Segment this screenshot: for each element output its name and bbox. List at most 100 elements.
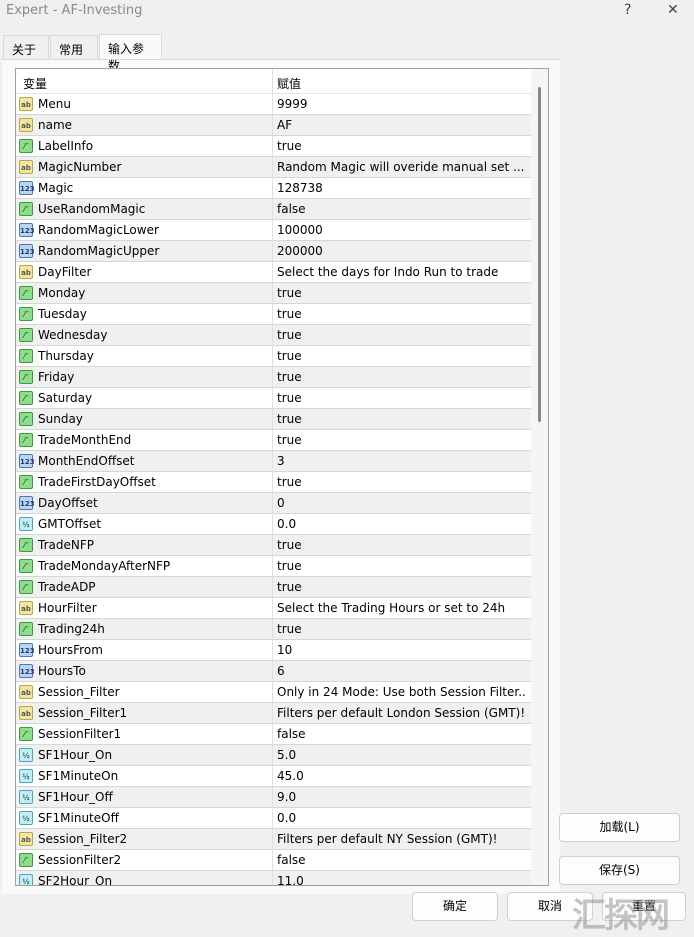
- table-row[interactable]: ⁄‾ SessionFilter1 false: [16, 724, 532, 745]
- parameter-value[interactable]: 45.0: [277, 769, 304, 783]
- table-row[interactable]: 123 Magic 128738: [16, 178, 532, 199]
- parameter-value[interactable]: true: [277, 580, 302, 594]
- parameter-value[interactable]: true: [277, 538, 302, 552]
- table-row[interactable]: ⁄‾ Wednesday true: [16, 325, 532, 346]
- table-row[interactable]: ½ SF1MinuteOff 0.0: [16, 808, 532, 829]
- table-row[interactable]: ⁄‾ Monday true: [16, 283, 532, 304]
- table-row[interactable]: ⁄‾ SessionFilter2 false: [16, 850, 532, 871]
- parameter-value[interactable]: 128738: [277, 181, 323, 195]
- table-row[interactable]: ab MagicNumber Random Magic will overide m…: [16, 157, 532, 178]
- load-button[interactable]: 加载(L): [559, 813, 680, 842]
- header-value[interactable]: 赋值: [277, 75, 301, 92]
- parameter-value[interactable]: 11.0: [277, 874, 304, 885]
- parameter-value[interactable]: true: [277, 286, 302, 300]
- parameter-value[interactable]: true: [277, 391, 302, 405]
- parameter-value[interactable]: true: [277, 433, 302, 447]
- parameter-name: name: [38, 118, 73, 132]
- tab-inputs[interactable]: 输入参数: [99, 34, 162, 73]
- parameter-value[interactable]: 100000: [277, 223, 323, 237]
- parameter-value[interactable]: true: [277, 412, 302, 426]
- parameter-name: Session_Filter: [38, 685, 120, 699]
- table-row[interactable]: 123 RandomMagicUpper 200000: [16, 241, 532, 262]
- parameter-value[interactable]: 5.0: [277, 748, 296, 762]
- parameter-value[interactable]: Select the days for Indo Run to trade: [277, 265, 498, 279]
- table-row[interactable]: ½ SF1Hour_Off 9.0: [16, 787, 532, 808]
- table-row[interactable]: ½ SF2Hour_On 11.0: [16, 871, 532, 885]
- table-row[interactable]: ⁄‾ LabelInfo true: [16, 136, 532, 157]
- parameter-value[interactable]: Only in 24 Mode: Use both Session Filter…: [277, 685, 527, 699]
- parameter-value[interactable]: 9.0: [277, 790, 296, 804]
- table-row[interactable]: ½ GMTOffset 0.0: [16, 514, 532, 535]
- close-button[interactable]: ✕: [667, 2, 679, 18]
- header-variable[interactable]: 变量: [23, 75, 47, 92]
- table-row[interactable]: ⁄‾ TradeFirstDayOffset true: [16, 472, 532, 493]
- table-row[interactable]: ½ SF1Hour_On 5.0: [16, 745, 532, 766]
- table-row[interactable]: ⁄‾ Trading24h true: [16, 619, 532, 640]
- parameter-value[interactable]: 0.0: [277, 517, 296, 531]
- parameter-value[interactable]: false: [277, 727, 306, 741]
- table-row[interactable]: ⁄‾ Saturday true: [16, 388, 532, 409]
- help-button[interactable]: ?: [624, 2, 631, 18]
- table-row[interactable]: ⁄‾ TradeMondayAfterNFP true: [16, 556, 532, 577]
- table-row[interactable]: ab name AF: [16, 115, 532, 136]
- table-row[interactable]: ⁄‾ Sunday true: [16, 409, 532, 430]
- bool-type-icon: ⁄‾: [19, 307, 33, 321]
- table-row[interactable]: ab Session_Filter2 Filters per default NY …: [16, 829, 532, 850]
- parameter-value[interactable]: false: [277, 202, 306, 216]
- ok-button[interactable]: 确定: [412, 892, 498, 921]
- parameter-value[interactable]: true: [277, 622, 302, 636]
- parameter-value[interactable]: 200000: [277, 244, 323, 258]
- table-row[interactable]: 123 MonthEndOffset 3: [16, 451, 532, 472]
- save-button[interactable]: 保存(S): [559, 856, 680, 885]
- tab-common[interactable]: 常用: [50, 35, 98, 59]
- int-type-icon: 123: [19, 223, 35, 237]
- table-row[interactable]: ab Menu 9999: [16, 94, 532, 115]
- table-row[interactable]: ⁄‾ UseRandomMagic false: [16, 199, 532, 220]
- table-row[interactable]: ab HourFilter Select the Trading Hours or …: [16, 598, 532, 619]
- table-row[interactable]: ⁄‾ TradeNFP true: [16, 535, 532, 556]
- int-type-icon: 123: [19, 244, 35, 258]
- table-row[interactable]: ab Session_Filter1 Filters per default Lon…: [16, 703, 532, 724]
- scrollbar-thumb[interactable]: [538, 87, 541, 422]
- table-row[interactable]: 123 HoursTo 6: [16, 661, 532, 682]
- parameter-name: HoursTo: [38, 664, 86, 678]
- parameter-name: Saturday: [38, 391, 93, 405]
- parameter-value[interactable]: 0.0: [277, 811, 296, 825]
- table-row[interactable]: ⁄‾ Friday true: [16, 367, 532, 388]
- table-row[interactable]: ⁄‾ Tuesday true: [16, 304, 532, 325]
- table-row[interactable]: ab Session_Filter Only in 24 Mode: Use bot…: [16, 682, 532, 703]
- parameter-value[interactable]: 9999: [277, 97, 308, 111]
- str-type-icon: ab: [19, 832, 33, 846]
- table-row[interactable]: 123 RandomMagicLower 100000: [16, 220, 532, 241]
- parameter-value[interactable]: 3: [277, 454, 285, 468]
- parameter-value[interactable]: true: [277, 139, 302, 153]
- parameter-value[interactable]: false: [277, 853, 306, 867]
- table-row[interactable]: ab DayFilter Select the days for Indo Run …: [16, 262, 532, 283]
- parameter-value[interactable]: true: [277, 349, 302, 363]
- table-row[interactable]: 123 DayOffset 0: [16, 493, 532, 514]
- parameter-value[interactable]: true: [277, 328, 302, 342]
- parameter-value[interactable]: Filters per default NY Session (GMT)!: [277, 832, 497, 846]
- vertical-scrollbar[interactable]: [531, 69, 548, 885]
- str-type-icon: ab: [19, 160, 33, 174]
- table-row[interactable]: ⁄‾ TradeMonthEnd true: [16, 430, 532, 451]
- parameter-value[interactable]: Filters per default London Session (GMT)…: [277, 706, 525, 720]
- parameter-value[interactable]: AF: [277, 118, 292, 132]
- table-row[interactable]: ½ SF1MinuteOn 45.0: [16, 766, 532, 787]
- parameter-value[interactable]: 0: [277, 496, 285, 510]
- table-row[interactable]: ⁄‾ TradeADP true: [16, 577, 532, 598]
- parameter-value[interactable]: true: [277, 475, 302, 489]
- table-row[interactable]: ⁄‾ Thursday true: [16, 346, 532, 367]
- parameter-value[interactable]: 6: [277, 664, 285, 678]
- parameter-value[interactable]: Select the Trading Hours or set to 24h: [277, 601, 505, 615]
- parameter-name: Friday: [38, 370, 75, 384]
- table-row[interactable]: 123 HoursFrom 10: [16, 640, 532, 661]
- parameter-value[interactable]: true: [277, 307, 302, 321]
- column-divider[interactable]: [272, 69, 273, 885]
- parameter-value[interactable]: Random Magic will overide manual set ...: [277, 160, 524, 174]
- parameter-value[interactable]: true: [277, 559, 302, 573]
- tab-about[interactable]: 关于: [3, 35, 49, 59]
- str-type-icon: ab: [19, 97, 33, 111]
- parameter-value[interactable]: true: [277, 370, 302, 384]
- parameter-value[interactable]: 10: [277, 643, 292, 657]
